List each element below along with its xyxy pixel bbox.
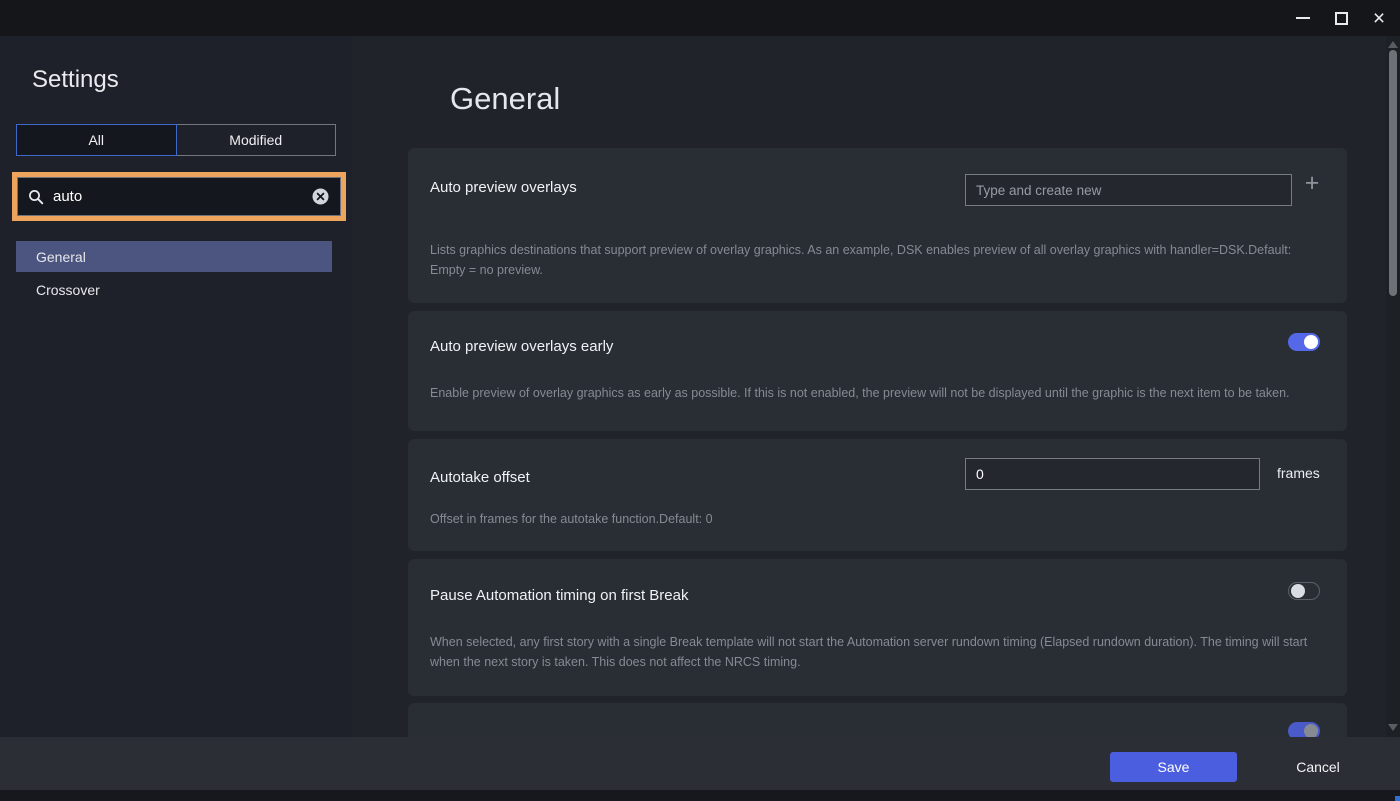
setting-label: Auto preview overlays (430, 179, 577, 196)
window-resize-corner (1395, 796, 1400, 801)
save-button[interactable]: Save (1110, 752, 1237, 782)
toggle-pause-automation-timing[interactable] (1288, 582, 1320, 600)
window-bottom-edge (0, 790, 1400, 801)
sidebar: Settings All Modified (0, 36, 352, 737)
toggle-partial-setting[interactable] (1288, 722, 1320, 737)
vertical-scrollbar (1386, 36, 1400, 737)
maximize-button[interactable] (1322, 0, 1360, 36)
scroll-up-arrow-icon[interactable] (1388, 41, 1398, 48)
setting-card-auto-preview-overlays: Auto preview overlays + Lists graphics d… (408, 148, 1347, 303)
toggle-knob (1291, 584, 1305, 598)
tab-modified[interactable]: Modified (176, 124, 337, 156)
sidebar-item-general[interactable]: General (16, 241, 332, 272)
plus-icon: + (1305, 169, 1320, 197)
setting-description: Lists graphics destinations that support… (430, 240, 1326, 280)
setting-card-auto-preview-overlays-early: Auto preview overlays early Enable previ… (408, 311, 1347, 431)
toggle-knob (1304, 335, 1318, 349)
settings-window: × Settings All Modified (0, 0, 1400, 801)
setting-description: Enable preview of overlay graphics as ea… (430, 383, 1326, 403)
cancel-button[interactable]: Cancel (1278, 752, 1358, 782)
window-controls: × (1284, 0, 1398, 36)
setting-label: Pause Automation timing on first Break (430, 587, 688, 604)
add-button[interactable]: + (1298, 169, 1326, 197)
scroll-down-arrow-icon[interactable] (1388, 724, 1398, 731)
tab-all[interactable]: All (16, 124, 177, 156)
setting-card-autotake-offset: Autotake offset frames Offset in frames … (408, 439, 1347, 551)
search-highlight-box (12, 172, 346, 221)
setting-label: Auto preview overlays early (430, 338, 613, 355)
autotake-offset-input[interactable] (965, 458, 1260, 490)
setting-label: Autotake offset (430, 469, 530, 486)
filter-tabs: All Modified (16, 124, 336, 156)
scrollbar-thumb[interactable] (1389, 50, 1397, 296)
maximize-icon (1335, 12, 1348, 25)
setting-card-partial (408, 703, 1347, 737)
setting-description: When selected, any first story with a si… (430, 632, 1326, 672)
settings-category-list: General Crossover (16, 241, 332, 307)
minimize-button[interactable] (1284, 0, 1322, 36)
search-icon (28, 189, 44, 205)
sidebar-item-crossover[interactable]: Crossover (16, 274, 332, 305)
minimize-icon (1296, 17, 1310, 19)
unit-label: frames (1277, 465, 1320, 481)
toggle-knob (1304, 724, 1318, 737)
close-button[interactable]: × (1360, 0, 1398, 36)
clear-search-button[interactable] (310, 187, 330, 207)
page-title: General (450, 81, 560, 117)
search-input[interactable] (53, 188, 310, 205)
main-panel: General Auto preview overlays + Lists gr… (352, 36, 1400, 737)
close-icon: × (1373, 8, 1385, 29)
sidebar-title: Settings (32, 66, 119, 94)
footer-bar: Save Cancel (0, 737, 1400, 790)
title-bar: × (0, 0, 1400, 36)
tag-create-input[interactable] (965, 174, 1292, 206)
setting-card-pause-automation-timing: Pause Automation timing on first Break W… (408, 559, 1347, 696)
clear-icon (312, 188, 329, 205)
setting-description: Offset in frames for the autotake functi… (430, 509, 1326, 529)
toggle-auto-preview-early[interactable] (1288, 333, 1320, 351)
search-box (17, 177, 341, 216)
